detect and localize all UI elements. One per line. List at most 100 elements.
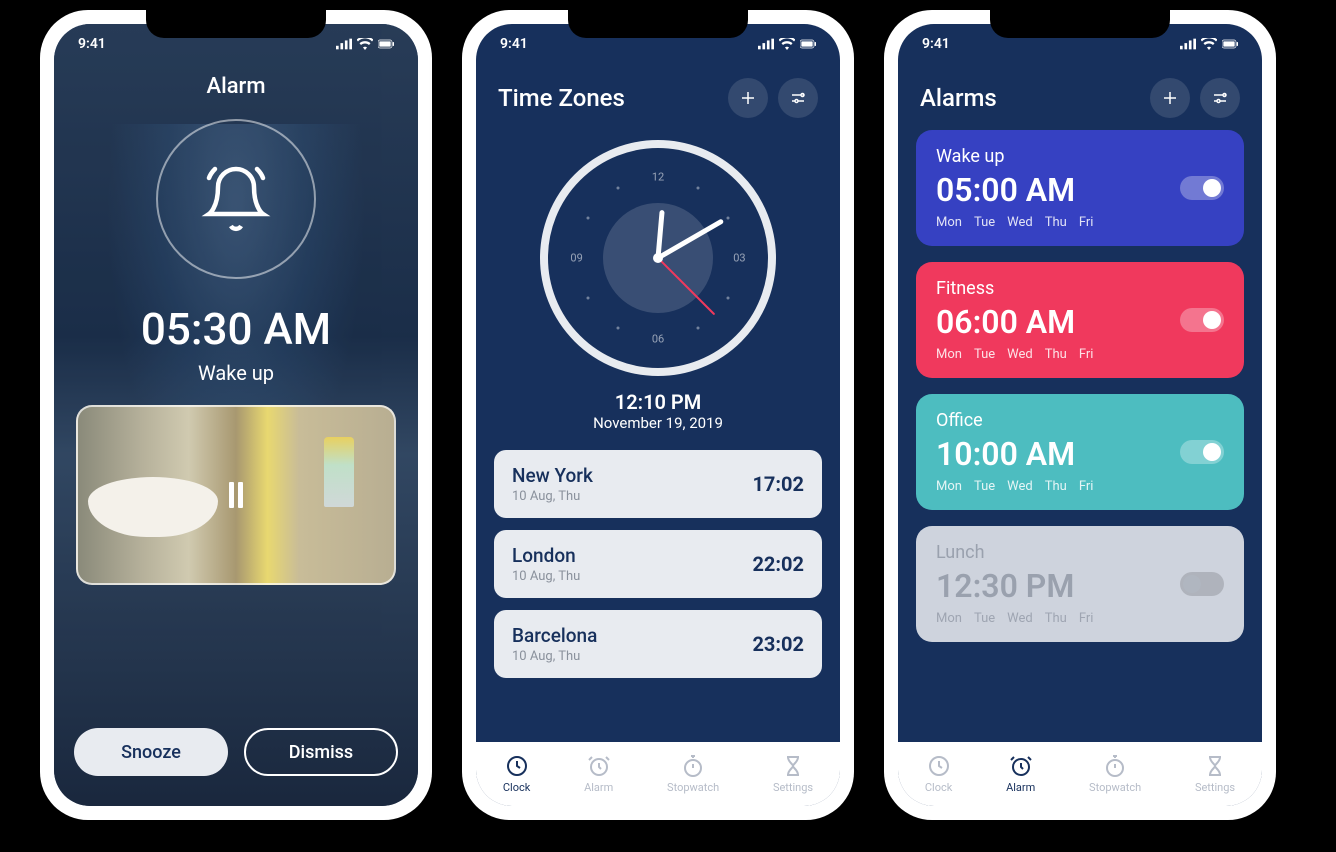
status-icons <box>336 38 394 50</box>
nav-label: Settings <box>1195 781 1235 794</box>
notch <box>568 10 748 38</box>
alarm-toggle[interactable] <box>1180 440 1224 464</box>
tz-city: London <box>512 544 580 567</box>
clock-09: 09 <box>570 252 582 265</box>
plus-icon <box>739 89 757 107</box>
day-label: Fri <box>1079 479 1094 494</box>
tz-date: 10 Aug, Thu <box>512 569 580 584</box>
bell-icon <box>200 163 272 235</box>
bottom-nav: Clock Alarm Stopwatch Settings <box>898 742 1262 806</box>
alarm-toggle[interactable] <box>1180 176 1224 200</box>
timezone-card[interactable]: Barcelona 10 Aug, Thu 23:02 <box>494 610 822 678</box>
screen-title: Time Zones <box>498 84 625 112</box>
toggle-knob <box>1203 179 1221 197</box>
screen-title: Alarm <box>207 74 266 99</box>
day-label: Wed <box>1007 347 1033 362</box>
phone-alarms-list: 9:41 Alarms Wake up 05:00 AM MonTueWed <box>884 10 1276 820</box>
alarm-card[interactable]: Office 10:00 AM MonTueWedThuFri <box>916 394 1244 510</box>
status-time: 9:41 <box>500 36 528 52</box>
alarm-days: MonTueWedThuFri <box>936 611 1093 626</box>
nav-alarm[interactable]: Alarm <box>584 754 613 794</box>
phone-time-zones: 9:41 Time Zones 12 03 <box>462 10 854 820</box>
day-label: Thu <box>1045 347 1067 362</box>
day-label: Mon <box>936 215 962 230</box>
screen-title: Alarms <box>920 84 997 112</box>
alarm-time: 12:30 PM <box>936 567 1093 605</box>
tz-city: Barcelona <box>512 624 597 647</box>
clock-12: 12 <box>652 170 664 183</box>
alarm-toggle[interactable] <box>1180 572 1224 596</box>
battery-icon <box>378 38 394 50</box>
add-button[interactable] <box>728 78 768 118</box>
nav-label: Alarm <box>1006 781 1035 794</box>
phone-alarm-ringing: 9:41 Alarm 05:30 AM Wake up <box>40 10 432 820</box>
alarm-days: MonTueWedThuFri <box>936 347 1093 362</box>
nav-settings[interactable]: Settings <box>1195 754 1235 794</box>
add-button[interactable] <box>1150 78 1190 118</box>
timezone-card[interactable]: London 10 Aug, Thu 22:02 <box>494 530 822 598</box>
sliders-icon <box>789 89 807 107</box>
day-label: Thu <box>1045 611 1067 626</box>
alarm-icon <box>587 754 611 778</box>
hourglass-icon <box>1203 754 1227 778</box>
alarm-name: Lunch <box>936 542 1093 563</box>
alarm-card[interactable]: Lunch 12:30 PM MonTueWedThuFri <box>916 526 1244 642</box>
status-time: 9:41 <box>922 36 950 52</box>
notch <box>990 10 1170 38</box>
stopwatch-icon <box>681 754 705 778</box>
tz-city: New York <box>512 464 593 487</box>
wifi-icon <box>779 38 795 50</box>
nav-clock[interactable]: Clock <box>925 754 952 794</box>
dismiss-button[interactable]: Dismiss <box>244 728 398 776</box>
alarm-days: MonTueWedThuFri <box>936 479 1093 494</box>
digital-date: November 19, 2019 <box>476 414 840 432</box>
clock-icon <box>505 754 529 778</box>
pause-icon[interactable] <box>229 482 243 508</box>
day-label: Wed <box>1007 479 1033 494</box>
signal-icon <box>1180 38 1196 50</box>
nav-alarm[interactable]: Alarm <box>1006 754 1035 794</box>
alarm-days: MonTueWedThuFri <box>936 215 1093 230</box>
alarm-icon <box>1009 754 1033 778</box>
nav-label: Alarm <box>584 781 613 794</box>
nav-stopwatch[interactable]: Stopwatch <box>667 754 719 794</box>
alarm-label: Wake up <box>198 361 274 385</box>
signal-icon <box>758 38 774 50</box>
day-label: Tue <box>974 347 995 362</box>
day-label: Mon <box>936 611 962 626</box>
alarm-bell-circle <box>156 119 316 279</box>
alarm-name: Office <box>936 410 1093 431</box>
alarm-name: Wake up <box>936 146 1093 167</box>
day-label: Tue <box>974 611 995 626</box>
analog-clock: 12 03 06 09 <box>540 140 776 376</box>
alarm-name: Fitness <box>936 278 1093 299</box>
toggle-knob <box>1203 443 1221 461</box>
toggle-knob <box>1183 575 1201 593</box>
signal-icon <box>336 38 352 50</box>
filter-button[interactable] <box>1200 78 1240 118</box>
filter-button[interactable] <box>778 78 818 118</box>
digital-time: 12:10 PM <box>476 390 840 414</box>
alarm-toggle[interactable] <box>1180 308 1224 332</box>
alarm-card[interactable]: Fitness 06:00 AM MonTueWedThuFri <box>916 262 1244 378</box>
clock-icon <box>927 754 951 778</box>
alarm-time: 06:00 AM <box>936 303 1093 341</box>
timezone-card[interactable]: New York 10 Aug, Thu 17:02 <box>494 450 822 518</box>
tz-time: 23:02 <box>752 632 804 656</box>
status-time: 9:41 <box>78 36 106 52</box>
alarm-card[interactable]: Wake up 05:00 AM MonTueWedThuFri <box>916 130 1244 246</box>
battery-icon <box>800 38 816 50</box>
stopwatch-icon <box>1103 754 1127 778</box>
nav-stopwatch[interactable]: Stopwatch <box>1089 754 1141 794</box>
nav-clock[interactable]: Clock <box>503 754 530 794</box>
bowl-graphic <box>88 477 218 537</box>
alarm-time: 10:00 AM <box>936 435 1093 473</box>
video-card[interactable] <box>76 405 396 585</box>
status-icons <box>1180 38 1238 50</box>
day-label: Fri <box>1079 347 1094 362</box>
plus-icon <box>1161 89 1179 107</box>
tz-time: 17:02 <box>752 472 804 496</box>
day-label: Thu <box>1045 479 1067 494</box>
nav-settings[interactable]: Settings <box>773 754 813 794</box>
snooze-button[interactable]: Snooze <box>74 728 228 776</box>
